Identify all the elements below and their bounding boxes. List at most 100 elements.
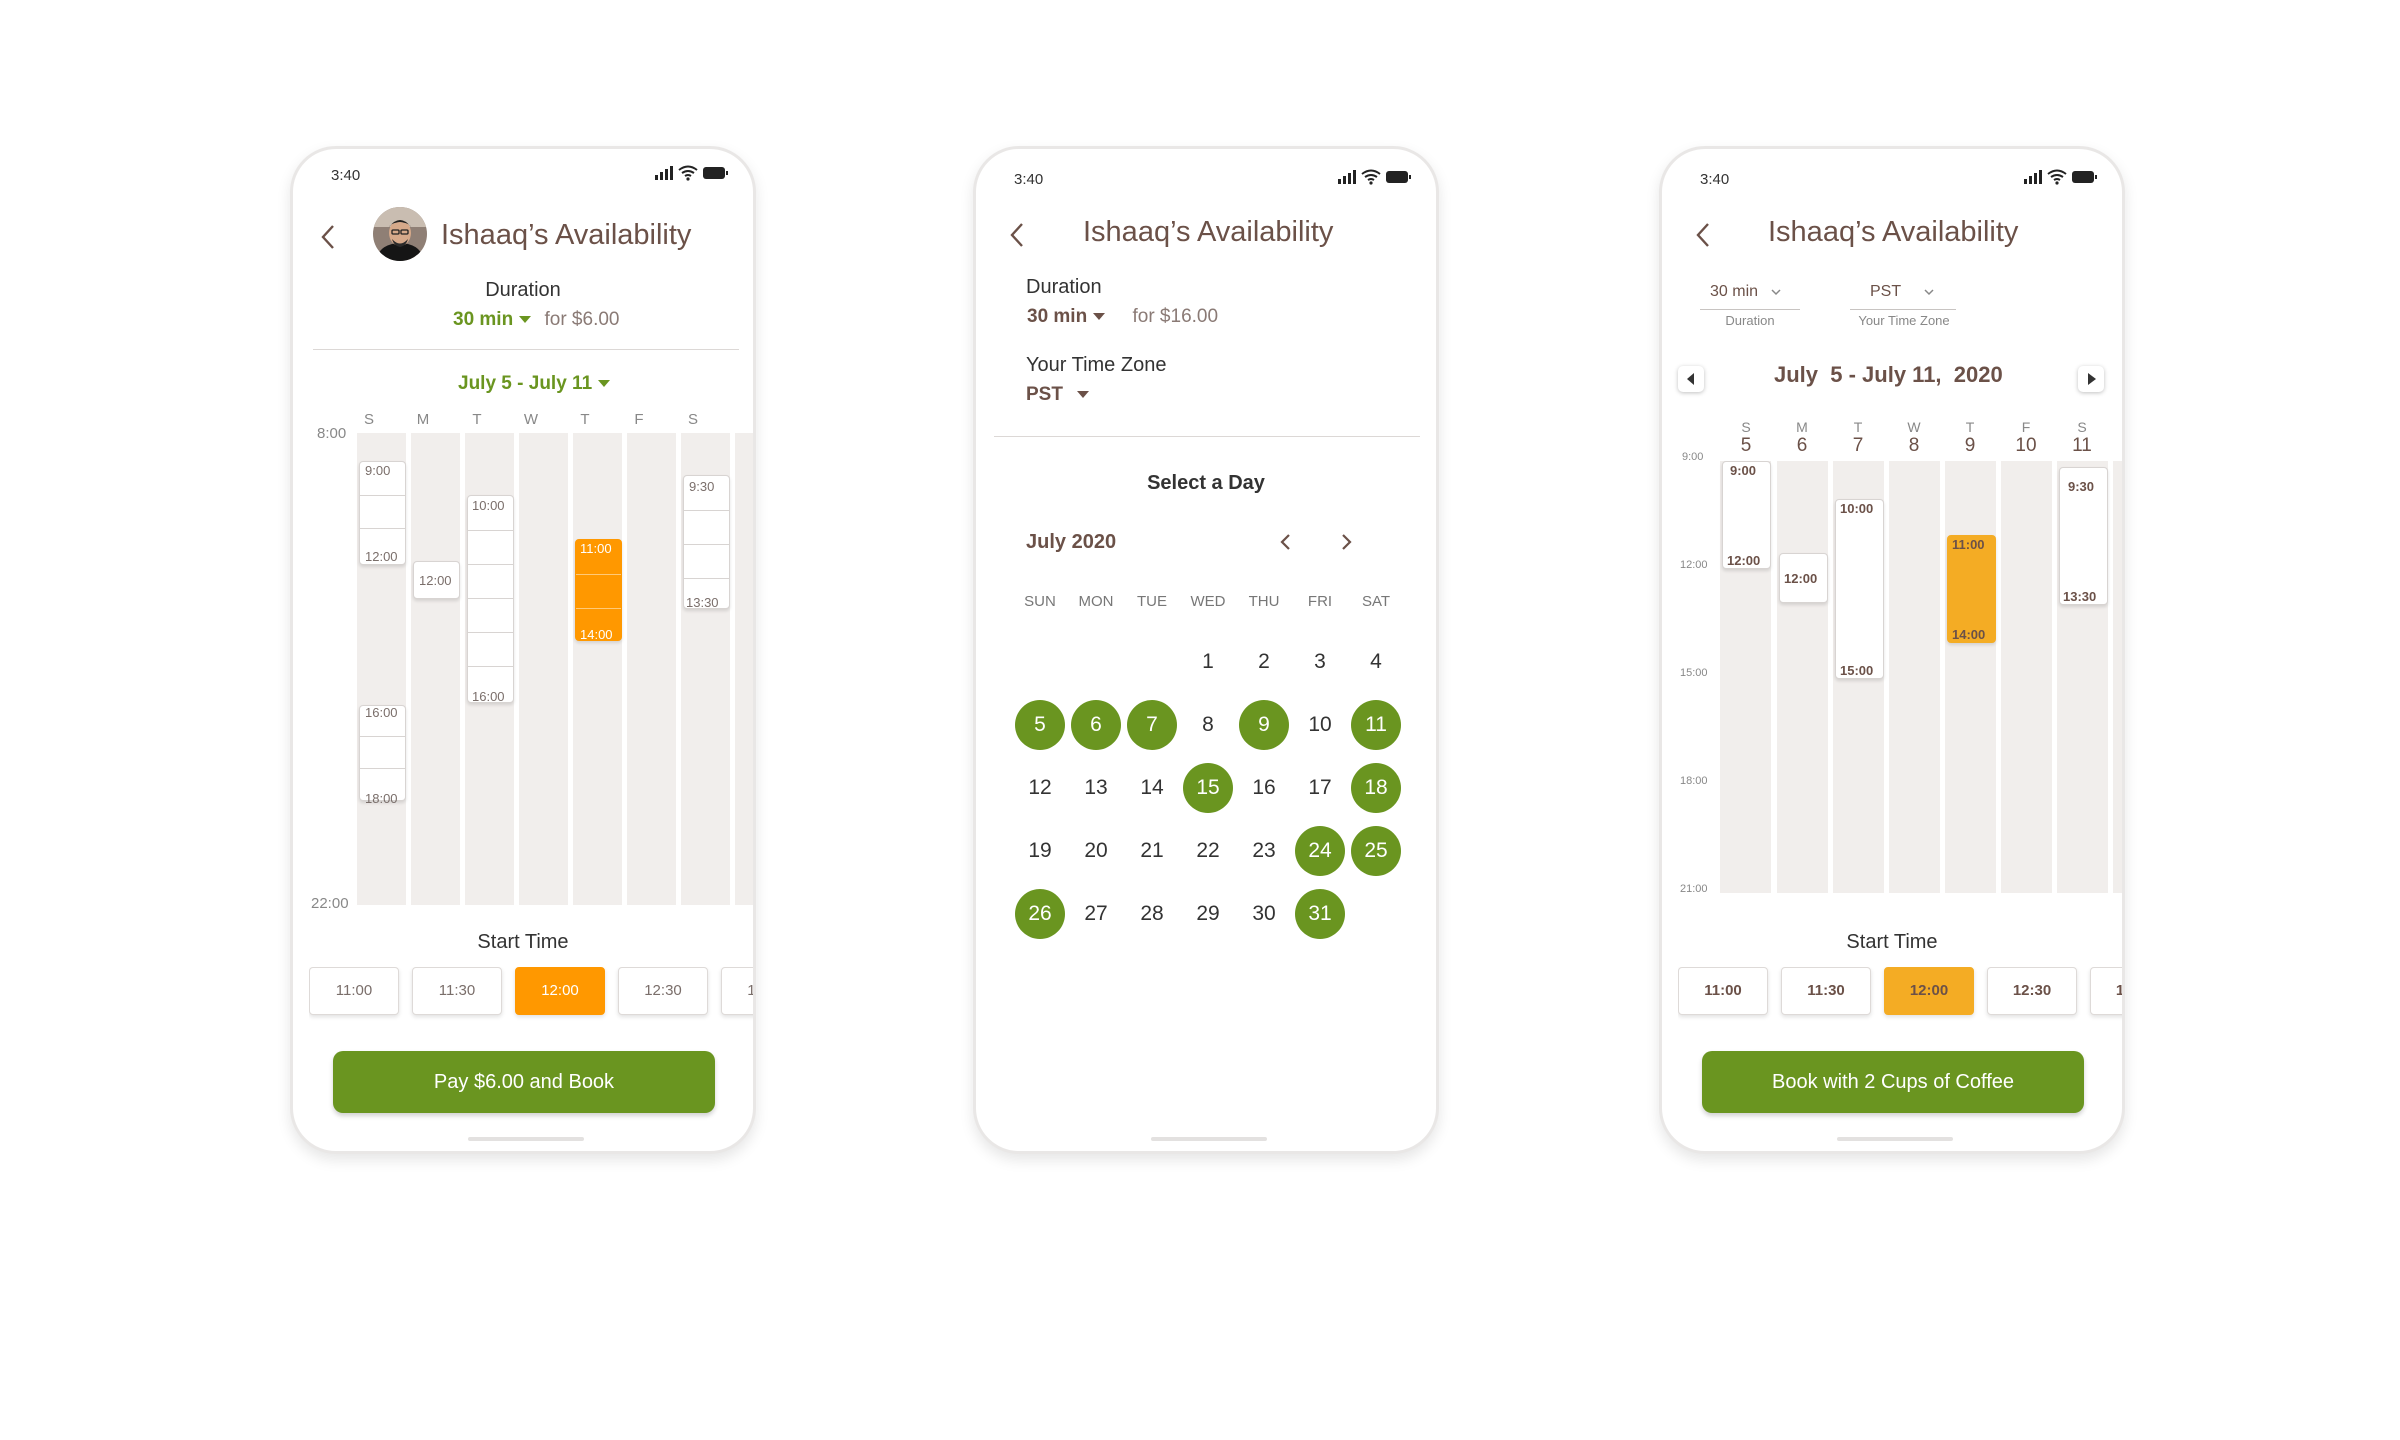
- calendar-day-available[interactable]: 11: [1351, 700, 1401, 750]
- home-indicator: [468, 1137, 584, 1141]
- calendar-day-available[interactable]: 25: [1351, 826, 1401, 876]
- calendar-day: 21: [1140, 839, 1164, 862]
- price-text: for $6.00: [544, 309, 620, 330]
- start-time-option[interactable]: 11:00: [1678, 967, 1768, 1015]
- day-letter: M: [1796, 419, 1808, 435]
- day-column-fri: [627, 433, 676, 905]
- slot-divider: [576, 608, 621, 609]
- slot-end-time: 12:00: [1727, 553, 1761, 568]
- day-column-fri: [2001, 461, 2052, 893]
- start-time-option[interactable]: 11:30: [412, 967, 502, 1015]
- select-day-label: Select a Day: [1147, 472, 1265, 494]
- calendar-day: 10: [1308, 713, 1332, 736]
- next-month-icon[interactable]: [1338, 531, 1354, 553]
- day-number: 7: [1852, 435, 1864, 456]
- back-chevron-icon[interactable]: [1006, 221, 1030, 249]
- y-axis-label: 18:00: [1680, 775, 1708, 787]
- y-axis-end: 22:00: [311, 895, 349, 912]
- time-zone-value: PST: [1026, 384, 1063, 405]
- day-column-wed: [519, 433, 568, 905]
- start-time-options: 11:00 11:30 12:00 12:30 13:00: [309, 967, 753, 1023]
- start-time-option[interactable]: 13:00: [721, 967, 753, 1015]
- calendar-day-available[interactable]: 6: [1071, 700, 1121, 750]
- start-time-label: Start Time: [1846, 931, 1938, 953]
- start-time-option[interactable]: 11:00: [309, 967, 399, 1015]
- chevron-down-icon: [598, 380, 611, 388]
- weekday-label: TUE: [1137, 593, 1167, 610]
- calendar-day-available[interactable]: 15: [1183, 763, 1233, 813]
- duration-value: 30 min: [1710, 283, 1759, 300]
- next-week-button[interactable]: [2078, 366, 2104, 392]
- divider: [994, 436, 1420, 437]
- back-chevron-icon[interactable]: [1692, 221, 1716, 249]
- calendar-day: 8: [1202, 713, 1214, 736]
- availability-block[interactable]: [1835, 499, 1884, 679]
- status-icons: [1338, 169, 1411, 185]
- start-time-label: Start Time: [477, 931, 569, 953]
- pay-and-book-button[interactable]: Pay $6.00 and Book: [333, 1051, 715, 1113]
- availability-block[interactable]: [467, 495, 514, 703]
- slot-start-time: 9:30: [689, 479, 715, 494]
- calendar-day: 4: [1370, 650, 1382, 673]
- day-number: 6: [1796, 435, 1808, 456]
- week-range: July 5 - July 11: [458, 373, 593, 394]
- calendar-day-available[interactable]: 7: [1127, 700, 1177, 750]
- caret-right-icon: [2088, 373, 2096, 385]
- time-zone-label: Your Time Zone: [1026, 354, 1167, 376]
- slot-start-time: 9:00: [365, 463, 391, 478]
- start-time-option[interactable]: 13:00: [2090, 967, 2122, 1015]
- time-zone-select[interactable]: PST: [1870, 283, 1970, 305]
- week-range-dropdown[interactable]: July 5 - July 11: [458, 373, 611, 395]
- weekday-label: MON: [1078, 593, 1114, 610]
- duration-dropdown[interactable]: 30 min for $16.00: [1027, 306, 1218, 328]
- day-header: F: [634, 411, 644, 428]
- start-time-option-selected[interactable]: 12:00: [515, 967, 605, 1015]
- calendar-day-available[interactable]: 24: [1295, 826, 1345, 876]
- day-column-wed: [1889, 461, 1940, 893]
- y-axis-start: 8:00: [317, 425, 347, 442]
- slot-time: 12:00: [419, 573, 452, 588]
- day-header: S: [687, 411, 698, 428]
- slot-divider: [684, 544, 729, 545]
- book-with-coffee-button[interactable]: Book with 2 Cups of Coffee: [1702, 1051, 2084, 1113]
- day-header: T: [472, 411, 482, 428]
- start-time-option[interactable]: 11:30: [1781, 967, 1871, 1015]
- month-label: July 2020: [1026, 531, 1117, 553]
- calendar-day: 2: [1258, 650, 1270, 673]
- time-zone-dropdown[interactable]: PST: [1026, 384, 1089, 406]
- previous-week-button[interactable]: [1678, 366, 1704, 392]
- calendar-day-available[interactable]: 31: [1295, 889, 1345, 939]
- availability-block[interactable]: [683, 475, 730, 609]
- duration-select[interactable]: 30 min: [1710, 283, 1810, 305]
- duration-label: Duration: [1026, 276, 1102, 298]
- duration-dropdown[interactable]: 30 min for $6.00: [453, 309, 619, 331]
- duration-underline: [1700, 309, 1800, 310]
- calendar-day: 27: [1084, 902, 1108, 925]
- calendar-day: 3: [1314, 650, 1326, 673]
- calendar-day-available[interactable]: 18: [1351, 763, 1401, 813]
- calendar-day: 29: [1196, 902, 1220, 925]
- chevron-down-icon: [1076, 391, 1089, 399]
- duration-caption: Duration: [1725, 313, 1775, 328]
- slot-end-time: 15:00: [1840, 663, 1874, 678]
- slot-divider: [684, 510, 729, 511]
- calendar-day-available[interactable]: 5: [1015, 700, 1065, 750]
- phone-screen-3: 3:40 Ishaaq’s Availability 30 min Durati…: [1659, 146, 2125, 1154]
- day-letter: W: [1907, 419, 1921, 435]
- slot-end-time: 14:00: [1952, 627, 1986, 642]
- calendar-day-available[interactable]: 26: [1015, 889, 1065, 939]
- calendar-day: 14: [1140, 776, 1164, 799]
- start-time-option[interactable]: 12:30: [618, 967, 708, 1015]
- calendar-day-available[interactable]: 9: [1239, 700, 1289, 750]
- calendar-day: 30: [1252, 902, 1276, 925]
- start-time-option[interactable]: 12:30: [1987, 967, 2077, 1015]
- slot-divider: [468, 530, 513, 531]
- phone-screen-1: 3:40 Ishaaq’s Availability Duration 30 m…: [290, 146, 756, 1154]
- back-chevron-icon[interactable]: [317, 223, 341, 251]
- y-axis-label: 15:00: [1680, 667, 1708, 679]
- slot-end-time: 14:00: [580, 627, 613, 642]
- start-time-option-selected[interactable]: 12:00: [1884, 967, 1974, 1015]
- day-number: 10: [2015, 435, 2037, 456]
- previous-month-icon[interactable]: [1278, 531, 1294, 553]
- calendar-day: 12: [1028, 776, 1052, 799]
